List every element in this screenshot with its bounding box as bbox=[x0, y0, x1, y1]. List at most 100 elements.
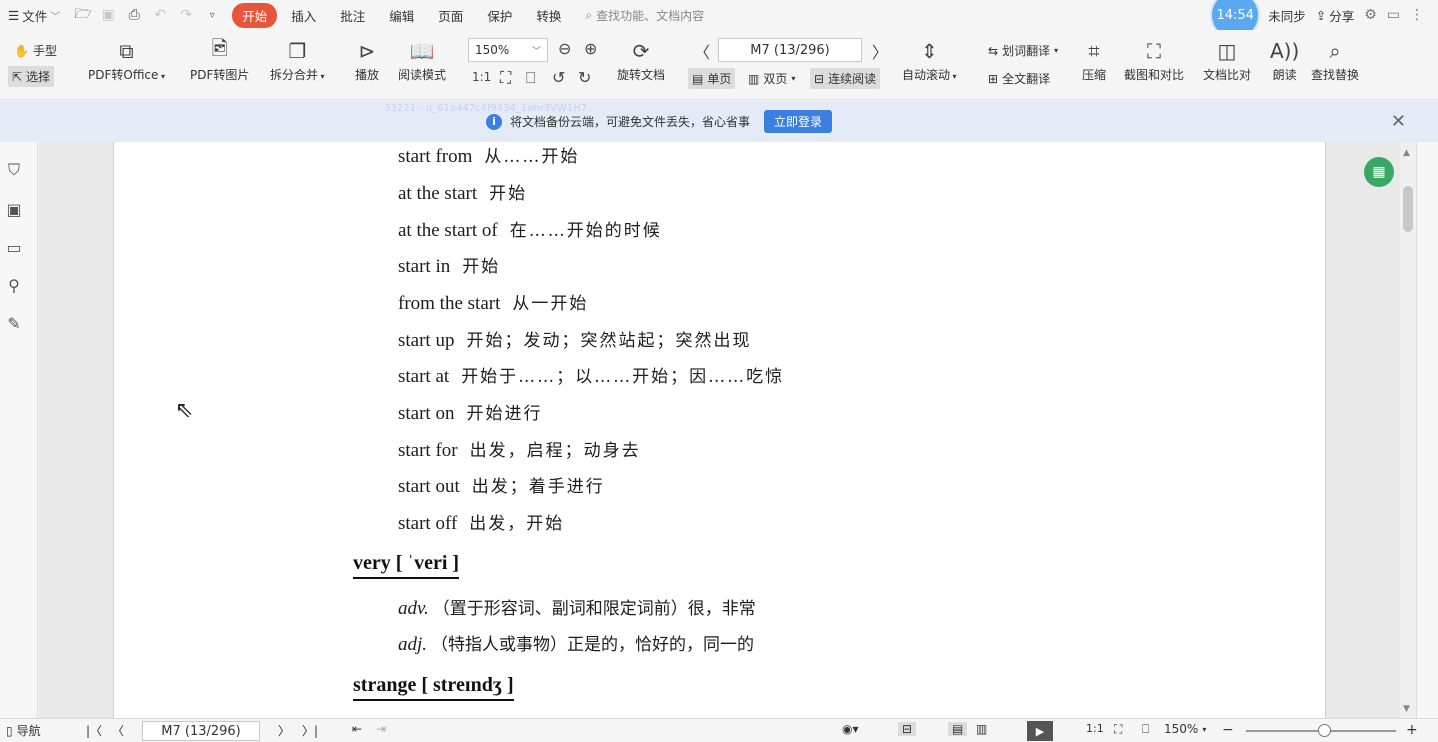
page-number-input[interactable]: M7 (13/296) bbox=[718, 38, 862, 62]
actual-size-icon[interactable]: 1:1 bbox=[472, 70, 491, 84]
navigation-toggle[interactable]: ▯ 导航 bbox=[6, 722, 41, 739]
read-mode-button[interactable]: 📖 阅读模式 bbox=[398, 36, 446, 83]
definition-line: adj. （特指人或事物）正是的，恰好的，同一的 bbox=[398, 630, 754, 656]
zoom-select[interactable]: 150% ﹀ bbox=[468, 38, 548, 62]
eye-protection-icon[interactable]: ◉▾ bbox=[842, 722, 859, 736]
pointer-icon: ⇱ bbox=[12, 69, 23, 84]
zoom-out-icon[interactable]: ⊖ bbox=[558, 39, 571, 58]
attachment-icon[interactable]: ⚲ bbox=[5, 276, 23, 295]
function-search-placeholder: 查找功能、文档内容 bbox=[596, 8, 705, 23]
fit-page-icon[interactable]: ⛶ bbox=[1114, 722, 1122, 737]
scroll-down-icon[interactable]: ▼ bbox=[1403, 704, 1410, 714]
single-page-icon: ▤ bbox=[692, 71, 704, 86]
file-menu[interactable]: ☰ 文件 ﹀ bbox=[0, 6, 66, 25]
first-page-icon[interactable]: |〈 bbox=[86, 722, 102, 739]
doc-compare-label: 文档比对 bbox=[1203, 68, 1252, 82]
message-icon[interactable]: ▭ bbox=[1387, 7, 1400, 23]
tab-home[interactable]: 开始 bbox=[232, 2, 278, 28]
phrase-en: start from bbox=[398, 146, 473, 167]
next-page-icon[interactable]: 〉 bbox=[872, 39, 888, 63]
auto-scroll-button[interactable]: ⇕ 自动滚动 ▾ bbox=[902, 36, 957, 83]
phrase-en: start off bbox=[398, 513, 458, 534]
print-icon[interactable]: ⎙ bbox=[126, 7, 142, 23]
close-icon[interactable]: ✕ bbox=[1391, 111, 1406, 132]
full-translate-button[interactable]: ⊞ 全文翻译 bbox=[984, 68, 1054, 89]
status-page-input[interactable]: M7 (13/296) bbox=[142, 721, 260, 741]
rotate-right-icon[interactable]: ↻ bbox=[578, 68, 591, 87]
zoom-in-icon[interactable]: ⊕ bbox=[584, 39, 597, 58]
next-page-icon[interactable]: 〉 bbox=[278, 722, 290, 739]
auto-scroll-label: 自动滚动 bbox=[902, 68, 951, 82]
tab-convert[interactable]: 转换 bbox=[526, 3, 571, 28]
screenshot-compare-button[interactable]: ⛶ 截图和对比 bbox=[1124, 36, 1184, 83]
hand-tool[interactable]: ✋ 手型 bbox=[10, 40, 61, 61]
function-search[interactable]: ⌕ 查找功能、文档内容 bbox=[585, 7, 704, 24]
document-canvas[interactable]: start from 从……开始 at the start 开始 at the st… bbox=[39, 142, 1415, 718]
scroll-up-icon[interactable]: ▲ bbox=[1403, 148, 1410, 158]
single-page-button[interactable]: ▤ 单页 bbox=[688, 68, 736, 89]
zoom-slider-knob[interactable] bbox=[1318, 724, 1331, 737]
read-aloud-button[interactable]: A)) 朗读 bbox=[1270, 36, 1299, 83]
fit-width-icon[interactable]: ⎕ bbox=[1142, 722, 1149, 737]
pdf-to-office-button[interactable]: ⧉ PDF转Office ▾ bbox=[88, 36, 165, 83]
save-icon[interactable]: ▣ bbox=[100, 7, 116, 23]
rotate-left-icon[interactable]: ↺ bbox=[552, 68, 565, 87]
zoom-out-minus-icon[interactable]: − bbox=[1222, 722, 1234, 738]
word-translate-button[interactable]: ⇆ 划词翻译 ▾ bbox=[984, 40, 1062, 61]
prev-page-icon[interactable]: 〈 bbox=[112, 722, 124, 739]
phrase-entry: start on 开始进行 bbox=[398, 399, 542, 425]
login-button[interactable]: 立即登录 bbox=[764, 110, 833, 133]
compress-button[interactable]: ⌗ 压缩 bbox=[1082, 36, 1106, 83]
auto-scroll-icon: ⇕ bbox=[920, 39, 938, 63]
redo-icon[interactable]: ↷ bbox=[178, 7, 194, 23]
doc-compare-button[interactable]: ◫ 文档比对 bbox=[1203, 36, 1251, 83]
share-button[interactable]: ⇪ 分享 bbox=[1316, 6, 1355, 25]
rotate-document-button[interactable]: ⟳ 旋转文档 bbox=[617, 36, 665, 83]
open-folder-icon[interactable]: 🗁 bbox=[74, 3, 91, 27]
zoom-in-plus-icon[interactable]: + bbox=[1406, 722, 1418, 738]
prev-page-icon[interactable]: 〈 bbox=[694, 39, 710, 63]
spreadsheet-app-icon[interactable]: ▦ bbox=[1364, 157, 1394, 187]
select-tool[interactable]: ⇱ 选择 bbox=[8, 66, 55, 87]
tab-protect[interactable]: 保护 bbox=[477, 3, 522, 28]
continuous-read-button[interactable]: ⊟ 连续阅读 bbox=[810, 68, 881, 89]
split-merge-button[interactable]: ❐ 拆分合并 ▾ bbox=[270, 36, 325, 83]
bookmark-icon[interactable]: ⛉ bbox=[5, 160, 23, 179]
vertical-scrollbar[interactable]: ▲ ▼ bbox=[1400, 142, 1416, 718]
fit-width-icon[interactable]: ⎕ bbox=[526, 68, 536, 88]
find-replace-button[interactable]: ⌕ 查找替换 bbox=[1311, 36, 1359, 83]
sync-status[interactable]: 未同步 bbox=[1268, 6, 1306, 25]
tab-edit[interactable]: 编辑 bbox=[379, 3, 424, 28]
back-icon[interactable]: ⇤ bbox=[352, 722, 362, 736]
double-view-icon[interactable]: ▥ bbox=[976, 722, 987, 736]
tab-page[interactable]: 页面 bbox=[428, 3, 473, 28]
settings-gear-icon[interactable]: ⚙ bbox=[1364, 7, 1377, 23]
phrase-entry: at the start 开始 bbox=[398, 179, 527, 205]
pdf-to-image-button[interactable]: 🖻 PDF转图片 bbox=[190, 36, 249, 83]
tab-annotate[interactable]: 批注 bbox=[330, 3, 375, 28]
definition-zh: （特指人或事物）正是的，恰好的，同一的 bbox=[431, 635, 755, 655]
continuous-view-icon[interactable]: ⊟ bbox=[898, 722, 917, 736]
play-button[interactable]: ⊳ 播放 bbox=[355, 36, 379, 83]
scrollbar-thumb[interactable] bbox=[1403, 186, 1413, 232]
actual-size-icon[interactable]: 1:1 bbox=[1086, 722, 1104, 735]
quick-access-dropdown-icon[interactable]: ▿ bbox=[204, 10, 220, 21]
more-vertical-icon[interactable]: ⋮ bbox=[1410, 7, 1424, 23]
definition-zh: （置于形容词、副词和限定词前）很，非常 bbox=[432, 599, 756, 619]
double-page-label: 双页 bbox=[763, 72, 788, 86]
single-view-icon[interactable]: ▤ bbox=[948, 722, 968, 736]
fit-page-icon[interactable]: ⛶ bbox=[500, 68, 511, 88]
document-page[interactable]: start from 从……开始 at the start 开始 at the st… bbox=[113, 142, 1326, 718]
last-page-icon[interactable]: 〉| bbox=[302, 722, 318, 739]
double-page-button[interactable]: ▥ 双页 ▾ bbox=[744, 68, 799, 89]
thumbnail-icon[interactable]: ▣ bbox=[5, 200, 23, 219]
comment-icon[interactable]: ▭ bbox=[5, 238, 23, 257]
status-zoom-select[interactable]: 150% ▾ bbox=[1164, 722, 1206, 736]
forward-icon[interactable]: ⇥ bbox=[376, 722, 386, 736]
tab-insert[interactable]: 插入 bbox=[281, 3, 326, 28]
undo-icon[interactable]: ↶ bbox=[152, 7, 168, 23]
magnifier-icon: ⌕ bbox=[1329, 39, 1341, 63]
signature-icon[interactable]: ✎ bbox=[5, 314, 23, 333]
play-slideshow-button[interactable]: ▶ bbox=[1027, 721, 1053, 741]
find-replace-label: 查找替换 bbox=[1311, 68, 1360, 82]
